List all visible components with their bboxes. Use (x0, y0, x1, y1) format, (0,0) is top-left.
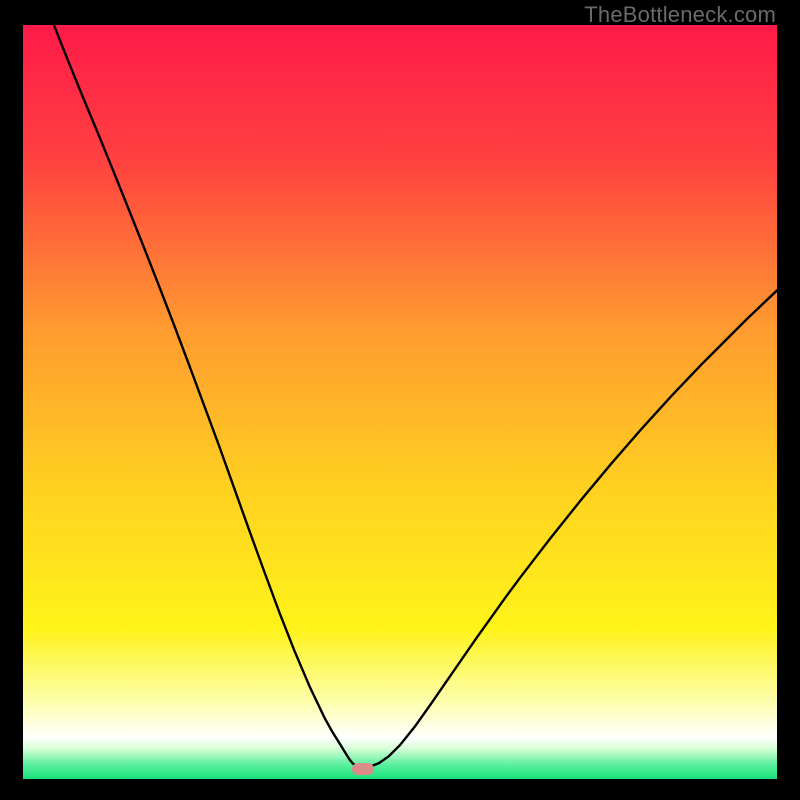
gradient-background (23, 25, 777, 779)
chart-frame (23, 25, 777, 779)
bottleneck-chart (23, 25, 777, 779)
optimal-point-marker (352, 763, 374, 775)
watermark-text: TheBottleneck.com (584, 2, 776, 28)
